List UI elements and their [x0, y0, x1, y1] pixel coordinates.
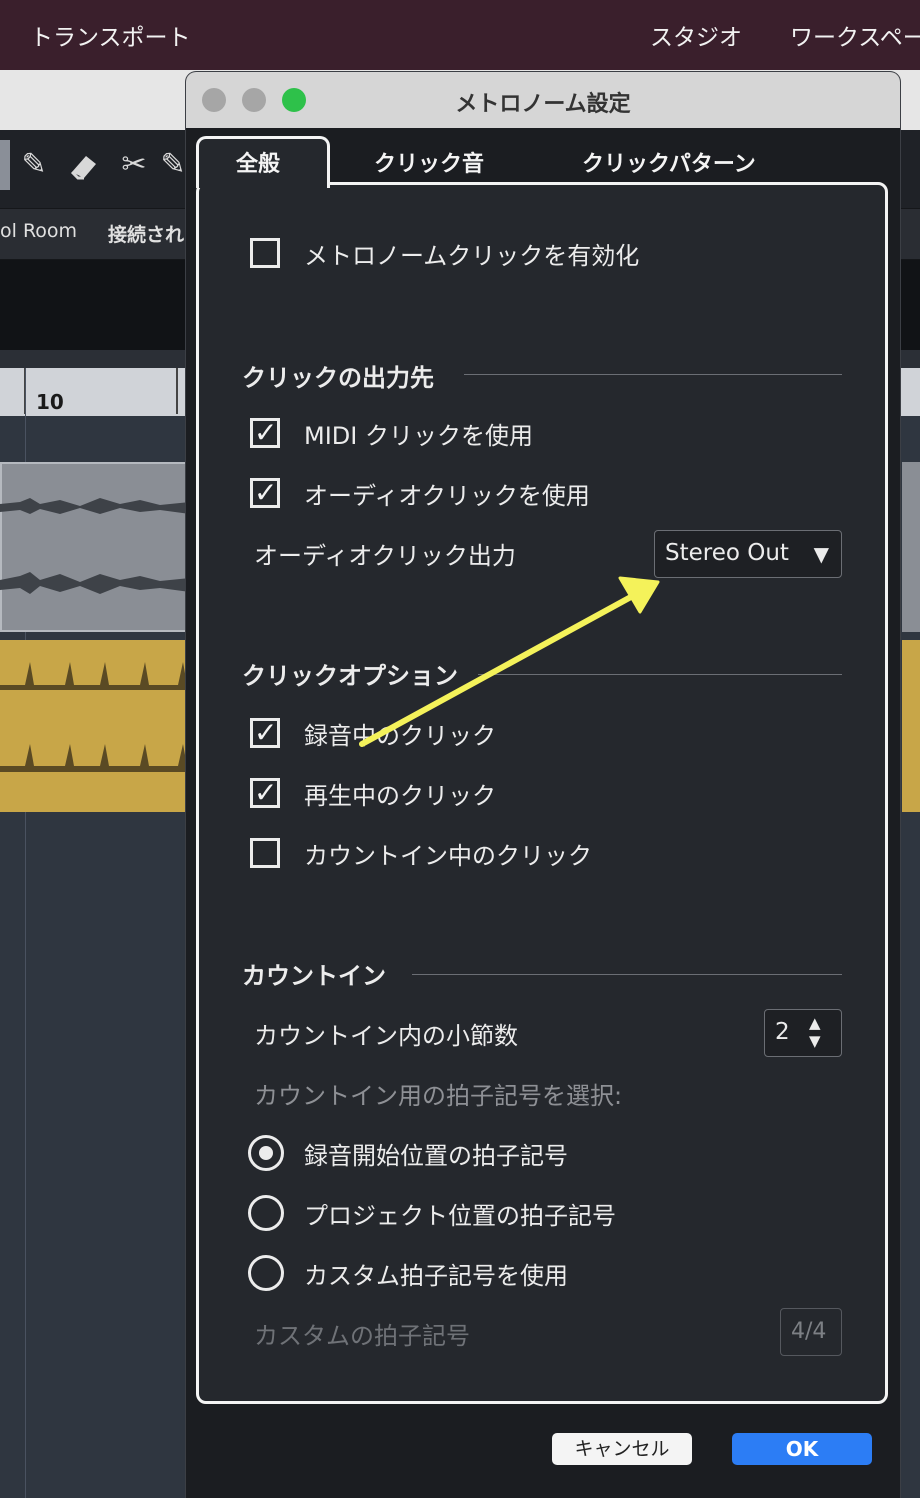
- menu-workspace[interactable]: ワークスペー: [790, 18, 920, 52]
- metronome-settings-dialog: メトロノーム設定 全般 クリック音 クリックパターン メトロノームクリックを有効…: [186, 72, 900, 1498]
- chevron-down-icon: ▼: [813, 542, 829, 566]
- countin-bars-value: 2: [775, 1019, 790, 1045]
- enable-click-checkbox[interactable]: [250, 238, 280, 268]
- tab-click-sound[interactable]: クリック音: [374, 146, 484, 178]
- click-during-countin-label: カウントイン中のクリック: [304, 842, 592, 870]
- app-menubar: トランスポート スタジオ ワークスペー: [0, 0, 920, 70]
- custom-signature-field: 4/4: [780, 1308, 842, 1356]
- connection-status: 接続され: [108, 224, 185, 246]
- dialog-title: メトロノーム設定: [455, 92, 631, 117]
- custom-signature-label: カスタムの拍子記号: [254, 1322, 470, 1350]
- scissors-icon[interactable]: ✂: [114, 142, 154, 188]
- click-during-countin-checkbox[interactable]: [250, 838, 280, 868]
- active-tool-indicator: [0, 140, 10, 190]
- menu-studio[interactable]: スタジオ: [650, 18, 742, 52]
- options-section-title: クリックオプション: [242, 662, 458, 690]
- click-during-playback-checkbox[interactable]: ✓: [250, 778, 280, 808]
- dialog-titlebar[interactable]: メトロノーム設定: [186, 72, 900, 128]
- cancel-button[interactable]: キャンセル: [552, 1433, 692, 1465]
- section-divider: [412, 974, 842, 975]
- radio-custom-signature[interactable]: [248, 1255, 284, 1291]
- use-audio-label: オーディオクリックを使用: [304, 482, 590, 510]
- check-mark-icon: ✓: [254, 416, 278, 449]
- midi-event-right[interactable]: [902, 640, 920, 812]
- pencil-icon[interactable]: ✎: [14, 142, 54, 188]
- radio-selected-dot: [259, 1146, 273, 1160]
- signature-prompt: カウントイン用の拍子記号を選択:: [254, 1082, 623, 1110]
- radio-record-start-label: 録音開始位置の拍子記号: [304, 1142, 568, 1170]
- control-room-label: ol Room: [0, 220, 78, 242]
- output-section-title: クリックの出力先: [242, 364, 434, 392]
- ruler-bar-number: 10: [36, 390, 64, 414]
- use-midi-label: MIDI クリックを使用: [304, 422, 533, 450]
- custom-signature-value: 4/4: [791, 1319, 827, 1344]
- ruler-tick: [176, 368, 178, 414]
- section-divider: [478, 674, 842, 675]
- radio-record-start-signature[interactable]: [248, 1135, 284, 1171]
- check-mark-icon: ✓: [254, 716, 278, 749]
- click-during-playback-label: 再生中のクリック: [304, 782, 496, 810]
- use-audio-checkbox[interactable]: ✓: [250, 478, 280, 508]
- stepper-arrows-icon[interactable]: ▲ ▼: [809, 1014, 821, 1050]
- radio-custom-signature-label: カスタム拍子記号を使用: [304, 1262, 568, 1290]
- radio-project-position-signature[interactable]: [248, 1195, 284, 1231]
- midi-click-waveform: [0, 662, 190, 772]
- tab-general-label[interactable]: 全般: [236, 146, 280, 178]
- tab-click-pattern[interactable]: クリックパターン: [582, 146, 756, 178]
- audio-waveform: [0, 498, 190, 594]
- radio-project-position-label: プロジェクト位置の拍子記号: [304, 1202, 616, 1230]
- ok-button[interactable]: OK: [732, 1433, 872, 1465]
- audio-output-value: Stereo Out: [665, 540, 789, 566]
- use-midi-checkbox[interactable]: ✓: [250, 418, 280, 448]
- enable-click-label: メトロノームクリックを有効化: [304, 242, 640, 270]
- menu-transport[interactable]: トランスポート: [30, 18, 191, 52]
- audio-event-right[interactable]: [902, 462, 920, 632]
- countin-section-title: カウントイン: [242, 962, 386, 990]
- check-mark-icon: ✓: [254, 476, 278, 509]
- click-during-record-label: 録音中のクリック: [304, 722, 496, 750]
- audio-output-select[interactable]: Stereo Out ▼: [654, 530, 842, 578]
- eraser-icon[interactable]: [64, 142, 104, 188]
- check-mark-icon: ✓: [254, 776, 278, 809]
- countin-bars-label: カウントイン内の小節数: [254, 1022, 518, 1050]
- audio-output-label: オーディオクリック出力: [254, 542, 516, 570]
- countin-bars-stepper[interactable]: 2 ▲ ▼: [764, 1009, 842, 1057]
- click-during-record-checkbox[interactable]: ✓: [250, 718, 280, 748]
- glue-icon[interactable]: ✎: [160, 142, 186, 188]
- section-divider: [464, 374, 842, 375]
